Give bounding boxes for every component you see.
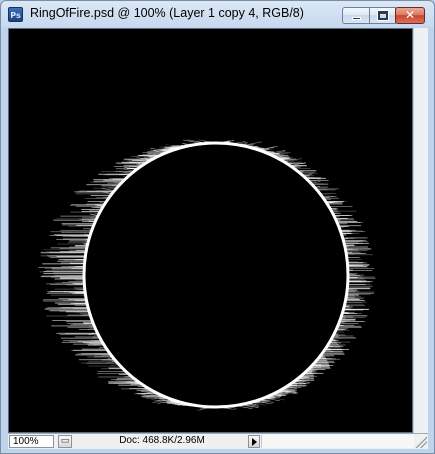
- maximize-button[interactable]: [369, 7, 396, 24]
- photoshop-icon[interactable]: Ps: [8, 7, 23, 22]
- close-icon: ✕: [404, 8, 416, 22]
- minimize-button[interactable]: [342, 7, 370, 24]
- zoom-level-field[interactable]: 100%: [9, 435, 54, 448]
- document-window: Ps RingOfFire.psd @ 100% (Layer 1 copy 4…: [0, 0, 435, 454]
- close-button[interactable]: ✕: [395, 7, 425, 24]
- play-arrow-icon[interactable]: [248, 435, 260, 448]
- ring-of-fire-artwork: [9, 29, 412, 432]
- doc-size-info[interactable]: Doc: 468.8K/2.96M: [78, 435, 246, 448]
- status-menu-icon[interactable]: ▭: [58, 435, 72, 448]
- title-bar[interactable]: Ps RingOfFire.psd @ 100% (Layer 1 copy 4…: [1, 1, 434, 27]
- status-bar: 100% ▭ Doc: 468.8K/2.96M: [8, 433, 428, 449]
- resize-grip-icon[interactable]: [414, 435, 427, 448]
- vertical-scrollbar[interactable]: [413, 28, 428, 433]
- window-title: RingOfFire.psd @ 100% (Layer 1 copy 4, R…: [30, 6, 304, 20]
- horizontal-scrollbar[interactable]: [261, 435, 414, 448]
- maximize-icon: [370, 8, 395, 23]
- minimize-icon: [343, 8, 369, 23]
- document-canvas[interactable]: [8, 28, 413, 433]
